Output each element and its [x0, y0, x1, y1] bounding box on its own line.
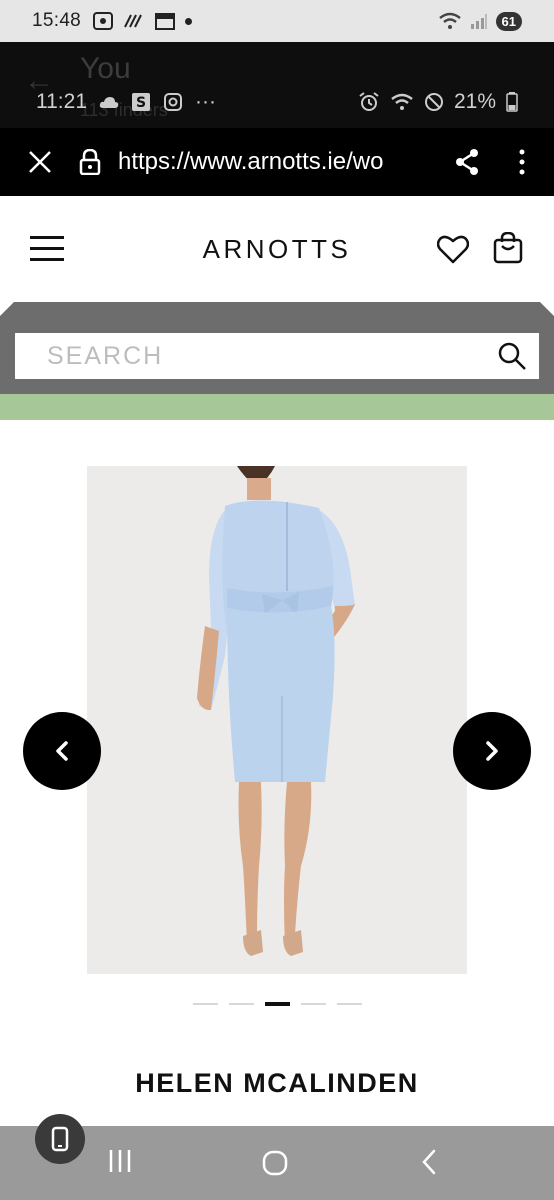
wifi-calling-icon [124, 14, 142, 28]
wishlist-button[interactable] [436, 234, 470, 269]
screen-recorder-button[interactable] [35, 1114, 85, 1164]
shopping-bag-button[interactable] [493, 231, 523, 269]
calendar-icon [155, 13, 176, 30]
header-notch-right [540, 302, 554, 316]
url-text[interactable]: https://www.arnotts.ie/wo [118, 148, 398, 176]
more-options-button[interactable] [518, 148, 526, 176]
recent-apps-button[interactable] [108, 1148, 132, 1179]
battery-icon [506, 92, 518, 112]
home-icon [262, 1150, 288, 1176]
inner-status-more: ··· [195, 90, 216, 113]
carousel-dot[interactable] [229, 1003, 254, 1005]
search-icon [498, 342, 526, 370]
carousel-indicators [193, 1002, 362, 1006]
carousel-dot[interactable] [301, 1003, 326, 1005]
lock-icon [79, 149, 101, 175]
outer-status-icons [93, 12, 193, 30]
outer-status-right: 61 [438, 11, 522, 31]
s-app-icon: S [132, 93, 150, 111]
wifi-icon [391, 93, 413, 110]
screenshot-icon [93, 12, 114, 30]
carousel-next-button[interactable] [453, 712, 531, 790]
signal-icon [470, 14, 487, 29]
shopping-bag-icon [493, 231, 523, 264]
search-placeholder: SEARCH [47, 341, 164, 370]
search-input[interactable]: SEARCH [15, 333, 539, 379]
alarm-icon [359, 92, 379, 111]
inner-battery-percent: 21% [453, 90, 496, 113]
inner-status-left: 11:21 S ··· [36, 90, 216, 114]
outer-status-time: 15:48 [32, 10, 82, 31]
heart-icon [436, 235, 470, 264]
promo-strip [0, 394, 554, 420]
recent-apps-icon [109, 1150, 131, 1172]
site-security-button[interactable] [68, 149, 112, 175]
chevron-left-icon [56, 741, 68, 761]
outer-status-bar: 15:48 61 [0, 0, 554, 42]
more-vertical-icon [519, 149, 525, 175]
instagram-icon [164, 93, 182, 111]
carousel-dot-active[interactable] [265, 1002, 290, 1006]
back-icon [422, 1149, 436, 1175]
chevron-right-icon [486, 741, 498, 761]
dress-illustration [197, 466, 355, 956]
inner-status-time: 11:21 [36, 90, 87, 113]
browser-url-bar: https://www.arnotts.ie/wo [0, 128, 554, 196]
close-tab-button[interactable] [28, 150, 68, 174]
home-button[interactable] [262, 1150, 288, 1181]
wifi-icon [438, 12, 461, 29]
inner-status-row: 11:21 S ··· 21% [36, 90, 518, 114]
back-button[interactable] [420, 1148, 438, 1181]
outer-battery-badge: 61 [495, 11, 522, 31]
cloud-icon [99, 97, 119, 108]
carousel-prev-button[interactable] [23, 712, 101, 790]
phone-icon [51, 1126, 69, 1152]
header-notch-left [0, 302, 14, 316]
site-header: ARNOTTS [0, 196, 554, 302]
search-button[interactable] [497, 341, 527, 371]
svg-text:S: S [136, 95, 146, 111]
share-icon [456, 149, 478, 175]
carousel-dot[interactable] [193, 1003, 218, 1005]
site-logo[interactable]: ARNOTTS [0, 234, 554, 265]
close-icon [29, 151, 51, 173]
carousel-dot[interactable] [337, 1003, 362, 1005]
dot-icon [185, 17, 193, 25]
product-image[interactable] [87, 466, 467, 974]
share-button[interactable] [454, 148, 480, 176]
inner-status-right: 21% [358, 90, 518, 114]
do-not-disturb-icon [424, 93, 443, 111]
product-brand-name[interactable]: HELEN MCALINDEN [0, 1068, 554, 1099]
search-band: SEARCH [0, 302, 554, 394]
ghost-overlay-title: You [80, 52, 131, 85]
inner-status-bar: ← You 113 finders 11:21 S ··· 21% [0, 42, 554, 128]
